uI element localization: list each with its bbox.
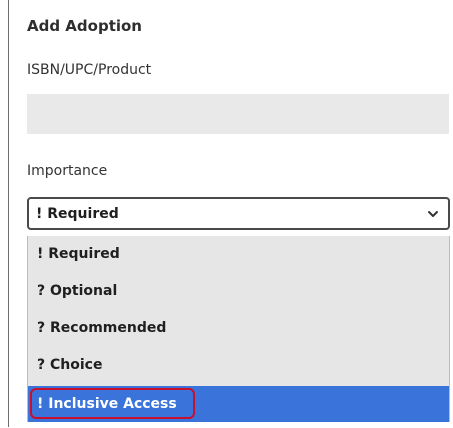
form-title: Add Adoption: [27, 17, 142, 35]
importance-label: Importance: [27, 163, 108, 179]
importance-dropdown-list: ! Required ? Optional ? Recommended ? Ch…: [27, 236, 450, 422]
option-optional[interactable]: ? Optional: [28, 273, 449, 310]
chevron-down-icon: [428, 211, 438, 217]
option-label: ! Inclusive Access: [37, 396, 177, 412]
importance-select-value: ! Required: [36, 206, 119, 222]
option-recommended[interactable]: ? Recommended: [28, 310, 449, 347]
add-adoption-panel: Add Adoption ISBN/UPC/Product Importance…: [8, 0, 452, 427]
option-label: ? Recommended: [37, 320, 167, 336]
option-inclusive-access[interactable]: ! Inclusive Access: [28, 386, 449, 422]
option-label: ! Required: [37, 246, 120, 262]
option-required[interactable]: ! Required: [28, 236, 449, 273]
option-label: ? Optional: [37, 283, 118, 299]
isbn-label: ISBN/UPC/Product: [27, 62, 152, 78]
importance-select[interactable]: ! Required: [27, 197, 450, 230]
option-label: ? Choice: [37, 357, 103, 373]
option-choice[interactable]: ? Choice: [28, 347, 449, 384]
isbn-input[interactable]: [27, 94, 449, 134]
